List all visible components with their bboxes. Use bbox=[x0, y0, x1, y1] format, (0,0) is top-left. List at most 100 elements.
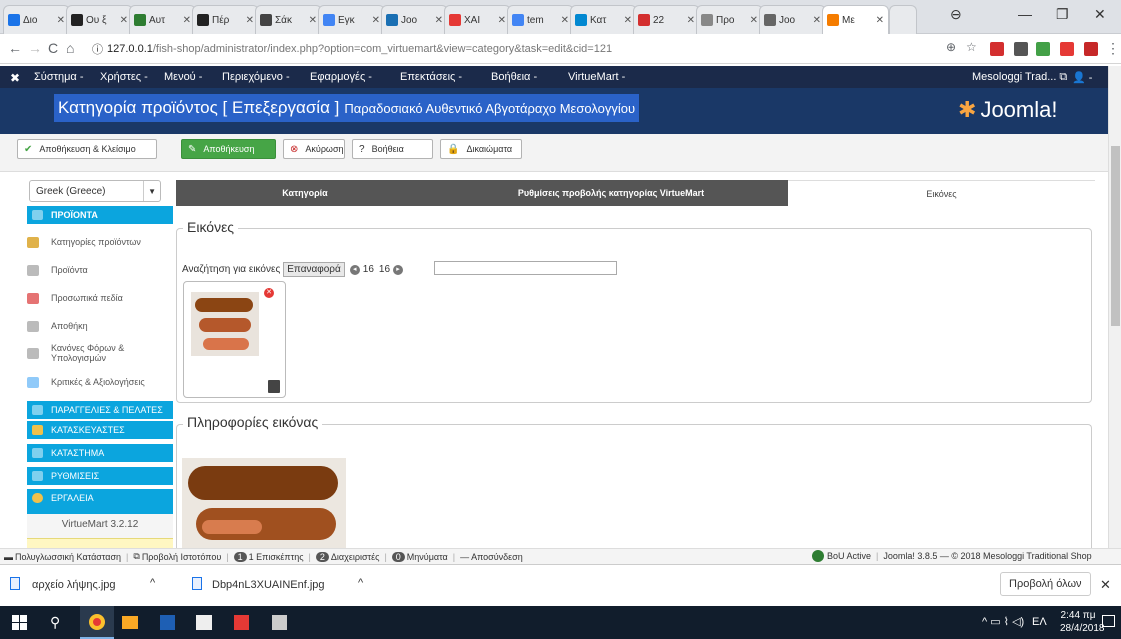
sidebar-settings-section[interactable]: ΡΥΘΜΙΣΕΙΣ bbox=[27, 467, 173, 485]
taskbar-chrome[interactable] bbox=[80, 606, 114, 639]
image-thumb-card[interactable]: ✕ bbox=[183, 281, 286, 398]
bookmark-star-icon[interactable]: ☆ bbox=[966, 40, 977, 54]
messages-label[interactable]: Μηνύματα bbox=[407, 552, 448, 562]
permissions-button[interactable]: 🔒 Δικαιώματα bbox=[440, 139, 522, 159]
close-tab-icon[interactable]: ✕ bbox=[246, 15, 254, 26]
browser-tab[interactable]: 22 ✕ bbox=[633, 5, 700, 34]
download-file-1[interactable]: αρχείο λήψης.jpg bbox=[32, 579, 116, 591]
opera-extension-icon[interactable] bbox=[990, 42, 1004, 56]
clock[interactable]: 2:44 πμ 28/4/2018 bbox=[1060, 609, 1105, 635]
menu-menus[interactable]: Μενού - bbox=[164, 71, 202, 83]
search-icon[interactable]: ⚲ bbox=[50, 614, 60, 631]
sidebar-store-section[interactable]: ΚΑΤΑΣΤΗΜΑ bbox=[27, 444, 173, 462]
menu-extensions[interactable]: Επεκτάσεις - bbox=[400, 71, 462, 83]
close-tab-icon[interactable]: ✕ bbox=[498, 15, 506, 26]
profile-icon[interactable]: ⊖ bbox=[950, 6, 962, 23]
sidebar-orders-section[interactable]: ΠΑΡΑΓΓΕΛΙΕΣ & ΠΕΛΑΤΕΣ bbox=[27, 401, 173, 419]
image-info-icon[interactable] bbox=[268, 380, 280, 393]
tray-icons[interactable]: ^ ▭ ⌇ ◁) bbox=[982, 615, 1024, 628]
browser-tab[interactable]: Joo ✕ bbox=[759, 5, 826, 34]
sidebar-tools-section[interactable]: ΕΡΓΑΛΕΙΑ bbox=[27, 489, 173, 507]
close-tab-icon[interactable]: ✕ bbox=[372, 15, 380, 26]
notification-icon[interactable] bbox=[1102, 615, 1115, 627]
remove-image-icon[interactable]: ✕ bbox=[264, 288, 274, 298]
prev-page-icon[interactable]: ◂ bbox=[349, 264, 360, 275]
save-close-button[interactable]: ✔ Αποθήκευση & Κλείσιμο bbox=[17, 139, 157, 159]
browser-tab[interactable]: Με ✕ bbox=[822, 5, 889, 34]
browser-tab[interactable]: Αυτ ✕ bbox=[129, 5, 196, 34]
tab-category[interactable]: Κατηγορία bbox=[176, 180, 434, 206]
browser-tab[interactable]: tem ✕ bbox=[507, 5, 574, 34]
close-tab-icon[interactable]: ✕ bbox=[120, 15, 128, 26]
reset-button[interactable]: Επαναφορά bbox=[283, 262, 345, 277]
show-all-downloads-button[interactable]: Προβολή όλων bbox=[1000, 572, 1091, 596]
home-icon[interactable]: ⌂ bbox=[66, 40, 74, 56]
preview-site-link[interactable]: Προβολή Ιστοτόπου bbox=[142, 552, 221, 562]
back-icon[interactable]: ← bbox=[8, 40, 22, 56]
download-file-2[interactable]: Dbp4nL3XUAINEnf.jpg bbox=[212, 579, 325, 591]
sidebar-products-header[interactable]: ΠΡΟΪΟΝΤΑ bbox=[27, 206, 173, 224]
url-field[interactable]: ⓘ 127.0.0.1 /fish-shop/administrator/ind… bbox=[86, 39, 926, 59]
flash-extension-icon[interactable] bbox=[1084, 42, 1098, 56]
close-tab-icon[interactable]: ✕ bbox=[876, 15, 884, 26]
sidebar-item-tax-rules[interactable]: Κανόνες Φόρων & Υπολογισμών bbox=[27, 338, 173, 368]
page-scrollbar[interactable] bbox=[1108, 66, 1121, 548]
browser-menu-icon[interactable]: ⋮ bbox=[1106, 40, 1120, 57]
help-button[interactable]: ? Βοήθεια bbox=[352, 139, 433, 159]
sidebar-item-inventory[interactable]: Αποθήκη bbox=[27, 311, 173, 341]
taskbar-word[interactable] bbox=[160, 615, 175, 630]
windows-start-icon[interactable] bbox=[12, 615, 27, 630]
cancel-button[interactable]: ⊗ Ακύρωση bbox=[283, 139, 345, 159]
tab-images[interactable]: Εικόνες bbox=[788, 180, 1095, 206]
taskbar-explorer[interactable] bbox=[122, 616, 138, 629]
tab-display-settings[interactable]: Ρυθμίσεις προβολής κατηγορίας VirtueMart bbox=[434, 180, 788, 206]
browser-tab[interactable]: Σάκ ✕ bbox=[255, 5, 322, 34]
language-select[interactable]: Greek (Greece) ▼ bbox=[29, 180, 161, 202]
close-tab-icon[interactable]: ✕ bbox=[435, 15, 443, 26]
taskbar-app-red[interactable] bbox=[234, 615, 249, 630]
site-link[interactable]: Mesologgi Trad... ⧉ bbox=[972, 71, 1067, 84]
menu-components[interactable]: Εφαρμογές - bbox=[310, 71, 372, 83]
new-tab-button[interactable] bbox=[889, 5, 917, 34]
sidebar-item-reviews[interactable]: Κριτικές & Αξιολογήσεις bbox=[27, 367, 173, 397]
browser-tab[interactable]: Εγκ ✕ bbox=[318, 5, 385, 34]
close-tab-icon[interactable]: ✕ bbox=[183, 15, 191, 26]
browser-tab[interactable]: Κατ ✕ bbox=[570, 5, 637, 34]
close-downloads-icon[interactable]: ✕ bbox=[1100, 577, 1111, 593]
menu-virtuemart[interactable]: VirtueMart - bbox=[568, 71, 625, 83]
translate-extension-icon[interactable] bbox=[1036, 42, 1050, 56]
close-tab-icon[interactable]: ✕ bbox=[687, 15, 695, 26]
save-button[interactable]: ✎ Αποθήκευση bbox=[181, 139, 276, 159]
browser-tab[interactable]: Joo ✕ bbox=[381, 5, 448, 34]
logout-link[interactable]: Αποσύνδεση bbox=[471, 552, 523, 562]
menu-help[interactable]: Βοήθεια - bbox=[491, 71, 537, 83]
reload-icon[interactable]: C bbox=[48, 40, 58, 56]
minimize-icon[interactable]: — bbox=[1018, 6, 1032, 22]
close-tab-icon[interactable]: ✕ bbox=[750, 15, 758, 26]
taskbar-app-gray[interactable] bbox=[272, 615, 287, 630]
screenshot-extension-icon[interactable] bbox=[1014, 42, 1028, 56]
sidebar-item-categories[interactable]: Κατηγορίες προϊόντων bbox=[27, 227, 173, 257]
joomla-logo-icon[interactable]: ✖ bbox=[10, 71, 20, 85]
chevron-up-icon[interactable]: ^ bbox=[358, 577, 363, 589]
browser-tab[interactable]: Πέρ ✕ bbox=[192, 5, 259, 34]
menu-content[interactable]: Περιεχόμενο - bbox=[222, 71, 290, 83]
browser-tab[interactable]: Διο ✕ bbox=[3, 5, 70, 34]
close-tab-icon[interactable]: ✕ bbox=[309, 15, 317, 26]
forward-icon[interactable]: → bbox=[28, 40, 42, 56]
sidebar-manufacturers-section[interactable]: ΚΑΤΑΣΚΕΥΑΣΤΕΣ bbox=[27, 421, 173, 439]
multilang-status[interactable]: Πολυγλωσσική Κατάσταση bbox=[15, 552, 121, 562]
close-tab-icon[interactable]: ✕ bbox=[561, 15, 569, 26]
menu-users[interactable]: Χρήστες - bbox=[100, 71, 148, 83]
sidebar-item-custom-fields[interactable]: Προσωπικά πεδία bbox=[27, 283, 173, 313]
close-tab-icon[interactable]: ✕ bbox=[624, 15, 632, 26]
image-search-input[interactable] bbox=[434, 261, 617, 275]
browser-tab[interactable]: Προ ✕ bbox=[696, 5, 763, 34]
browser-tab[interactable]: ΧΑΙ ✕ bbox=[444, 5, 511, 34]
input-language[interactable]: ΕΛ bbox=[1032, 616, 1047, 628]
sidebar-item-products[interactable]: Προϊόντα bbox=[27, 255, 173, 285]
next-page-icon[interactable]: ▸ bbox=[393, 264, 404, 275]
chevron-up-icon[interactable]: ^ bbox=[150, 577, 155, 589]
close-window-icon[interactable]: ✕ bbox=[1094, 6, 1106, 23]
maximize-icon[interactable]: ❐ bbox=[1056, 6, 1069, 23]
